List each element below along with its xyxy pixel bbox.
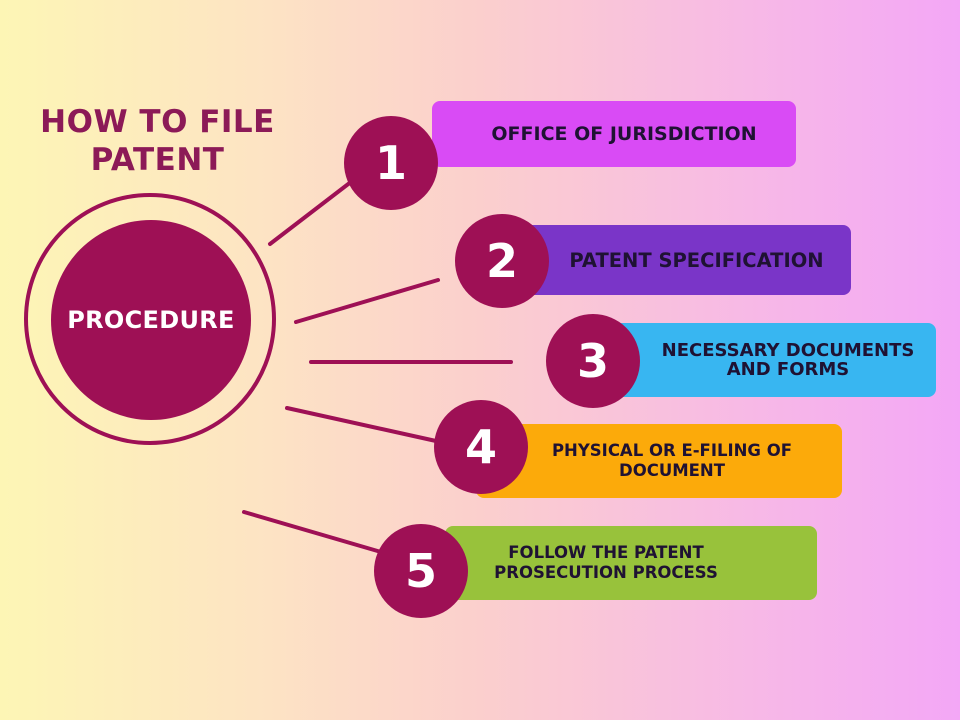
step-3-number-badge: 3 [546, 314, 640, 408]
connector-line-4 [285, 406, 438, 443]
step-1-bar: OFFICE OF JURISDICTION [432, 101, 796, 167]
step-2-label: PATENT SPECIFICATION [569, 248, 824, 272]
step-2-bar: PATENT SPECIFICATION [512, 225, 851, 295]
step-5-bar: FOLLOW THE PATENT PROSECUTION PROCESS [445, 526, 817, 600]
step-4-number: 4 [464, 420, 497, 474]
connector-line-2 [294, 278, 440, 324]
infographic-canvas: HOW TO FILE PATENT PROCEDURE OFFICE OF J… [0, 0, 960, 720]
step-3-number: 3 [576, 334, 609, 388]
center-node: PROCEDURE [51, 220, 251, 420]
connector-line-5 [242, 510, 383, 554]
step-2-number: 2 [485, 234, 518, 288]
center-label: PROCEDURE [67, 306, 235, 334]
step-3-bar: NECESSARY DOCUMENTS AND FORMS [600, 323, 936, 397]
step-5-number-badge: 5 [374, 524, 468, 618]
step-1-number-badge: 1 [344, 116, 438, 210]
step-5-label: FOLLOW THE PATENT PROSECUTION PROCESS [494, 543, 718, 582]
connector-line-1 [268, 173, 362, 246]
step-1-number: 1 [374, 136, 407, 190]
step-1-label: OFFICE OF JURISDICTION [491, 123, 757, 145]
step-2-number-badge: 2 [455, 214, 549, 308]
step-4-bar: PHYSICAL OR E-FILING OF DOCUMENT [476, 424, 842, 498]
step-4-number-badge: 4 [434, 400, 528, 494]
step-5-number: 5 [404, 544, 437, 598]
step-3-label: NECESSARY DOCUMENTS AND FORMS [661, 340, 915, 380]
step-4-label: PHYSICAL OR E-FILING OF DOCUMENT [551, 441, 793, 480]
